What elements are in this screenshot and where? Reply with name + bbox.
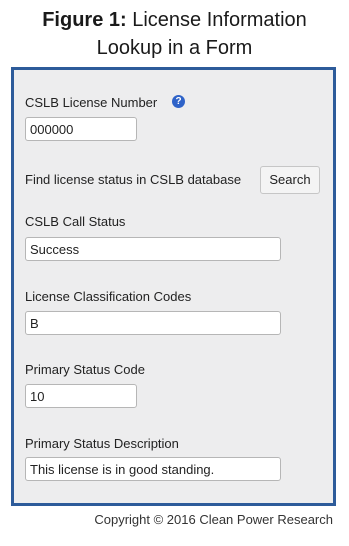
license-form-panel: CSLB License Number ? 000000 Find licens… [11, 67, 336, 506]
call-status-label: CSLB Call Status [25, 214, 126, 229]
primary-description-label: Primary Status Description [25, 436, 179, 451]
primary-code-label: Primary Status Code [25, 362, 145, 377]
search-button[interactable]: Search [260, 166, 320, 194]
find-status-text: Find license status in CSLB database [25, 172, 242, 187]
license-number-input[interactable]: 000000 [25, 117, 137, 141]
classification-label: License Classification Codes [25, 289, 192, 304]
figure-label: Figure 1: [42, 9, 127, 31]
caption-title-1: License Information [132, 9, 307, 31]
license-number-label: CSLB License Number [25, 95, 158, 110]
caption-line-1: Figure 1: License Information [0, 6, 349, 34]
classification-field[interactable]: B [25, 311, 281, 335]
primary-code-field[interactable]: 10 [25, 384, 137, 408]
figure-caption: Figure 1: License Information Lookup in … [0, 6, 349, 62]
call-status-field[interactable]: Success [25, 237, 281, 261]
caption-title-2: Lookup in a Form [96, 37, 253, 59]
copyright-text: Copyright © 2016 Clean Power Research [94, 512, 333, 527]
help-icon[interactable]: ? [172, 95, 185, 108]
primary-description-field[interactable]: This license is in good standing. [25, 457, 281, 481]
